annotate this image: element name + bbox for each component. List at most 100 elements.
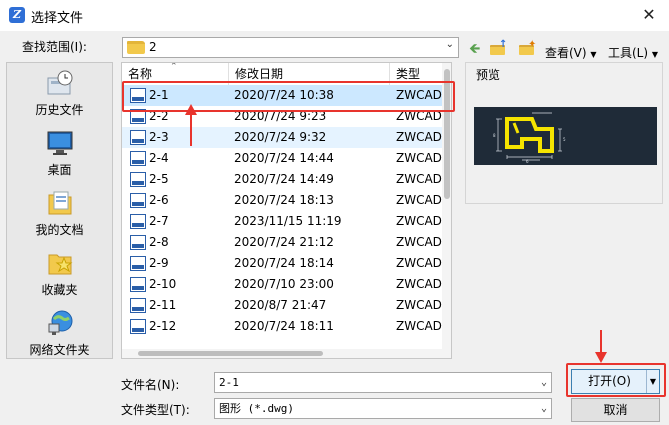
dwg-file-icon (130, 235, 146, 250)
dwg-file-icon (130, 130, 146, 145)
file-date-cell: 2020/7/24 18:14 (234, 256, 334, 270)
file-date-cell: 2020/7/24 9:32 (234, 130, 327, 144)
file-name-cell: 2-3 (149, 130, 169, 144)
place-network[interactable]: 网络文件夹 (7, 309, 112, 358)
column-header-type-label: 类型 (396, 67, 421, 81)
file-date-cell: 2020/7/24 18:11 (234, 319, 334, 333)
table-row[interactable]: 2-12 2020/7/24 18:11 ZWCAD (122, 316, 444, 337)
tools-menu-label: 工具(L) (608, 46, 649, 60)
annotation-arrow-up-icon (185, 104, 197, 146)
file-type-cell: ZWCAD (396, 298, 442, 312)
window-title: 选择文件 (31, 11, 84, 26)
table-row[interactable]: 2-7 2023/11/15 11:19 ZWCAD (122, 211, 444, 232)
file-name-cell: 2-7 (149, 214, 169, 228)
chevron-down-icon[interactable]: ⌄ (541, 399, 547, 418)
file-type-cell: ZWCAD (396, 172, 442, 186)
back-icon[interactable]: 🡸 (469, 42, 485, 56)
history-icon (45, 69, 75, 97)
horizontal-scroll-thumb[interactable] (138, 351, 323, 356)
title-bar: Z 选择文件 ✕ (0, 0, 669, 31)
preview-panel: 预览 865 (465, 62, 663, 204)
file-name-combo[interactable]: 2-1 ⌄ (214, 372, 552, 393)
chevron-down-icon[interactable]: ⌄ (446, 39, 454, 50)
cancel-button[interactable]: 取消 (571, 398, 660, 422)
folder-icon (127, 41, 145, 54)
tools-menu-button[interactable]: 工具(L) ▼ (608, 44, 658, 61)
table-row[interactable]: 2-3 2020/7/24 9:32 ZWCAD (122, 127, 444, 148)
up-folder-icon[interactable]: ↑ (490, 39, 507, 56)
horizontal-scrollbar[interactable] (122, 349, 444, 358)
place-label: 历史文件 (35, 103, 84, 117)
place-label: 桌面 (47, 163, 72, 177)
table-row[interactable]: 2-6 2020/7/24 18:13 ZWCAD (122, 190, 444, 211)
file-name-cell: 2-4 (149, 151, 169, 165)
sort-ascending-icon: ⌃ (170, 62, 178, 72)
caret-down-icon: ▼ (590, 50, 597, 59)
new-folder-icon[interactable]: ✦ (519, 39, 536, 56)
file-date-cell: 2020/7/24 14:49 (234, 172, 334, 186)
table-row[interactable]: 2-9 2020/7/24 18:14 ZWCAD (122, 253, 444, 274)
file-date-cell: 2023/11/15 11:19 (234, 214, 342, 228)
look-in-combo[interactable]: 2 ⌄ (122, 37, 459, 58)
chevron-down-icon[interactable]: ⌄ (541, 373, 547, 392)
file-name-cell: 2-10 (149, 277, 177, 291)
file-type-label: 文件类型(T): (121, 403, 190, 417)
places-bar: 历史文件 桌面 我的文档 收藏夹 网络文件夹 (6, 62, 113, 359)
column-header-date-label: 修改日期 (235, 67, 284, 81)
close-icon[interactable]: ✕ (639, 5, 659, 25)
file-type-cell: ZWCAD (396, 193, 442, 207)
file-name-cell: 2-11 (149, 298, 177, 312)
desktop-icon (45, 129, 75, 157)
file-date-cell: 2020/7/24 14:44 (234, 151, 334, 165)
file-date-cell: 2020/7/24 18:13 (234, 193, 334, 207)
place-label: 我的文档 (35, 223, 84, 237)
table-row[interactable]: 2-5 2020/7/24 14:49 ZWCAD (122, 169, 444, 190)
file-date-cell: 2020/8/7 21:47 (234, 298, 327, 312)
highlight-box-open-button (566, 363, 666, 397)
look-in-value: 2 (149, 40, 157, 54)
table-row[interactable]: 2-11 2020/8/7 21:47 ZWCAD (122, 295, 444, 316)
dwg-file-icon (130, 319, 146, 334)
file-type-cell: ZWCAD (396, 214, 442, 228)
file-type-cell: ZWCAD (396, 277, 442, 291)
place-label: 收藏夹 (41, 283, 78, 297)
look-in-label: 查找范围(I): (22, 40, 87, 54)
file-name-cell: 2-12 (149, 319, 177, 333)
place-favorites[interactable]: 收藏夹 (7, 249, 112, 298)
place-desktop[interactable]: 桌面 (7, 129, 112, 178)
annotation-arrow-down-icon (595, 330, 607, 363)
place-documents[interactable]: 我的文档 (7, 189, 112, 238)
file-type-cell: ZWCAD (396, 130, 442, 144)
table-row[interactable]: 2-8 2020/7/24 21:12 ZWCAD (122, 232, 444, 253)
file-name-cell: 2-8 (149, 235, 169, 249)
app-icon: Z (9, 7, 25, 23)
drawing-preview-image: 865 (474, 107, 657, 165)
network-icon (45, 309, 75, 337)
file-type-cell: ZWCAD (396, 319, 442, 333)
documents-icon (45, 189, 75, 217)
file-type-value: 图形 (*.dwg) (219, 402, 294, 415)
caret-down-icon: ▼ (651, 50, 659, 59)
column-header-name-label: 名称 (128, 67, 153, 81)
view-menu-label: 查看(V) (545, 46, 587, 60)
highlight-box-selected-file (122, 81, 455, 112)
place-label: 网络文件夹 (29, 343, 90, 357)
view-menu-button[interactable]: 查看(V) ▼ (545, 44, 597, 61)
place-history[interactable]: 历史文件 (7, 69, 112, 118)
file-name-cell: 2-9 (149, 256, 169, 270)
file-type-cell: ZWCAD (396, 256, 442, 270)
file-type-select[interactable]: 图形 (*.dwg) ⌄ (214, 398, 552, 419)
preview-label: 预览 (476, 68, 501, 82)
table-row[interactable]: 2-10 2020/7/10 23:00 ZWCAD (122, 274, 444, 295)
favorites-icon (45, 249, 75, 277)
file-type-cell: ZWCAD (396, 151, 442, 165)
file-name-input[interactable]: 2-1 (219, 376, 239, 389)
file-rows: 2-1 2020/7/24 10:38 ZWCAD 2-2 2020/7/24 9:23… (122, 85, 444, 337)
dwg-file-icon (130, 151, 146, 166)
file-name-cell: 2-6 (149, 193, 169, 207)
table-row[interactable]: 2-4 2020/7/24 14:44 ZWCAD (122, 148, 444, 169)
dwg-file-icon (130, 193, 146, 208)
file-date-cell: 2020/7/24 21:12 (234, 235, 334, 249)
dwg-file-icon (130, 256, 146, 271)
dwg-file-icon (130, 298, 146, 313)
